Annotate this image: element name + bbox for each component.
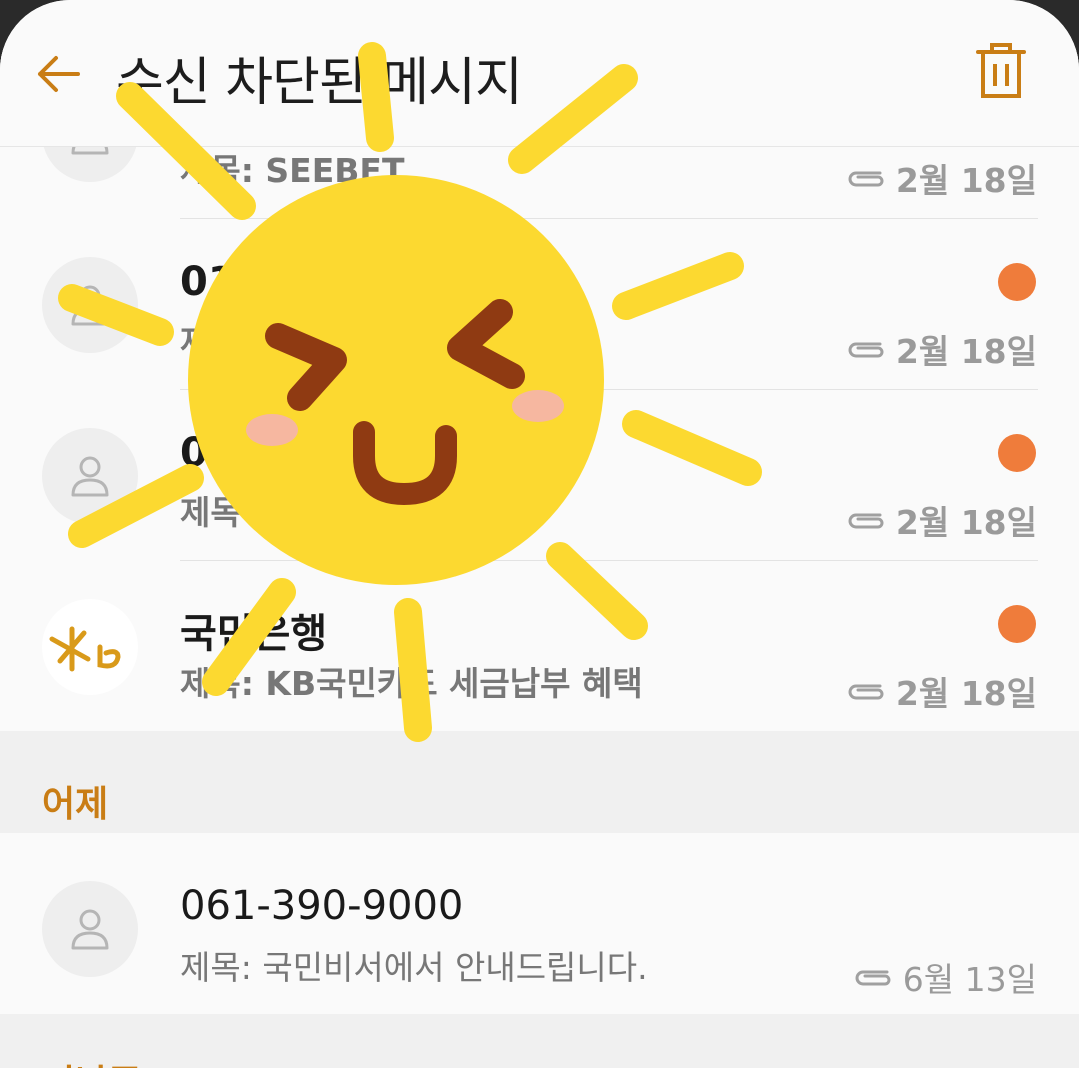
attachment-icon (848, 684, 884, 700)
avatar (42, 599, 138, 695)
sender-name: 국민은행 (180, 611, 328, 657)
message-date: 6월 13일 (853, 953, 1037, 1001)
message-date: 2월 18일 (846, 496, 1037, 544)
person-icon (71, 456, 109, 497)
avatar (42, 428, 138, 524)
date-text: 6월 13일 (902, 960, 1037, 999)
section-header-next: 지난주 (0, 1014, 1079, 1068)
avatar (42, 881, 138, 977)
attachment-icon (848, 342, 884, 358)
page-title: 수신 차단된 메시지 (116, 53, 523, 113)
sender-name: 061-390-9000 (180, 883, 464, 929)
avatar (42, 257, 138, 353)
person-icon (71, 909, 109, 950)
message-subject: 제 (180, 322, 211, 361)
section-header-yesterday: 어제 (0, 731, 1079, 833)
date-text: 2월 18일 (895, 161, 1037, 200)
message-date: 2월 18일 (846, 154, 1037, 202)
message-row[interactable]: 01 제 2월 18일 (0, 219, 1079, 389)
unread-indicator (998, 434, 1036, 472)
section-label: 어제 (42, 784, 109, 825)
person-icon (71, 285, 109, 326)
message-date: 2월 18일 (846, 325, 1037, 373)
message-subject: 제목 (180, 493, 241, 532)
back-arrow-icon[interactable] (34, 52, 82, 96)
message-subject: 제목: 국민비서에서 안내드립니다. (180, 948, 648, 987)
section-label: 지난주 (42, 1054, 141, 1068)
message-row[interactable]: 0 제목 2월 18일 (0, 390, 1079, 560)
date-text: 2월 18일 (895, 503, 1037, 542)
date-text: 2월 18일 (895, 332, 1037, 371)
unread-indicator (998, 263, 1036, 301)
message-row[interactable]: 국민은행 제목: KB국민카드 세금납부 혜택 2월 18일 (0, 561, 1079, 731)
message-subject: 제목: SEEBET (180, 151, 405, 190)
date-text: 2월 18일 (895, 674, 1037, 713)
trash-icon[interactable] (976, 42, 1026, 100)
message-date: 2월 18일 (846, 667, 1037, 715)
message-subject: 제목: KB국민카드 세금납부 혜택 (180, 664, 643, 703)
attachment-icon (848, 171, 884, 187)
attachment-icon (855, 970, 891, 986)
message-row[interactable]: 061-390-9000 제목: 국민비서에서 안내드립니다. 6월 13일 (0, 833, 1079, 1014)
blocked-messages-screen: 수신 차단된 메시지 제목: SEEBET 2월 18일 01 제 2월 18일… (0, 0, 1079, 1068)
app-bar: 수신 차단된 메시지 (0, 0, 1079, 147)
sender-name: 0 (180, 430, 208, 476)
kb-logo (49, 626, 121, 672)
sender-name: 01 (180, 259, 236, 305)
unread-indicator (998, 605, 1036, 643)
attachment-icon (848, 513, 884, 529)
